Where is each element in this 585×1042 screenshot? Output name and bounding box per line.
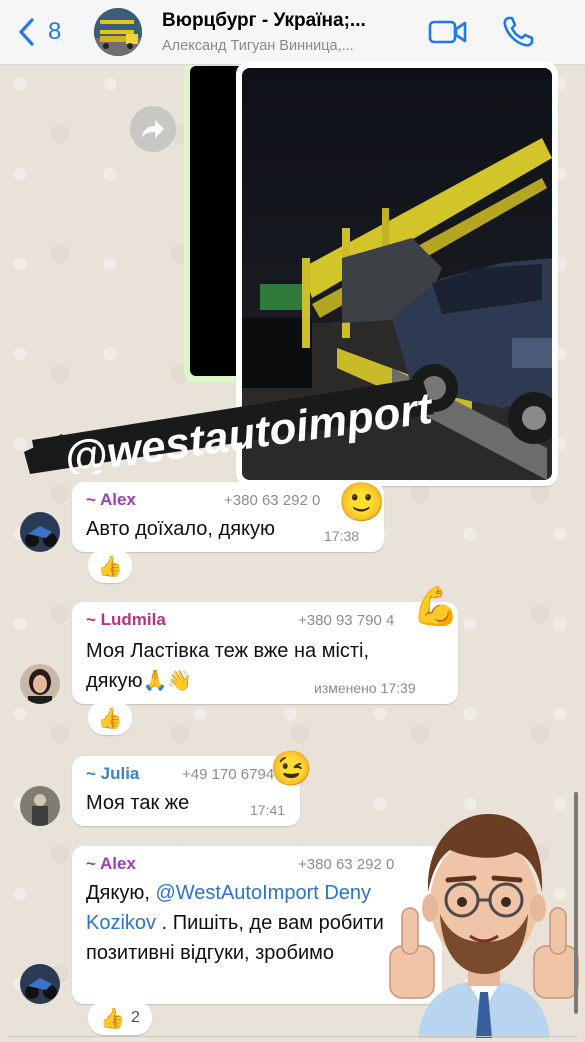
- flexed-bicep-emoji-icon: 💪: [412, 586, 460, 628]
- reaction-badge[interactable]: 👍: [88, 701, 132, 735]
- group-avatar[interactable]: [94, 8, 142, 56]
- message-text-line: дякую🙏👋: [86, 670, 193, 692]
- message-bubble[interactable]: ~ Ludmila +380 93 790 4 Моя Ластівка теж…: [72, 602, 458, 704]
- watermark-text: @westautoimport: [61, 384, 437, 474]
- avatar[interactable]: [20, 664, 60, 704]
- message-text: Моя так же: [86, 792, 190, 814]
- thumbs-up-icon: 👍: [100, 1007, 125, 1030]
- phone-call-icon[interactable]: [500, 14, 536, 50]
- wink-emoji-icon: 😉: [270, 750, 313, 788]
- avatar[interactable]: [20, 786, 60, 826]
- sender-phone: +380 63 292 0: [224, 492, 321, 509]
- chat-subtitle[interactable]: Александ Тигуан Винница,...: [162, 38, 354, 54]
- woman-avatar-icon: [20, 664, 60, 704]
- avatar[interactable]: [20, 512, 60, 552]
- reaction-badge[interactable]: 👍: [88, 549, 132, 583]
- message-text-prefix: Дякую,: [86, 882, 156, 904]
- message-text-suffix: . Пишіть, де вам робити: [156, 912, 384, 934]
- message-bubble[interactable]: ~ Julia +49 170 6794 Моя так же 17:41: [72, 756, 300, 826]
- chat-title[interactable]: Вюрцбург - Україна;...: [162, 10, 366, 32]
- message-time: 17:38: [324, 528, 360, 544]
- motorcycle-avatar-icon: [20, 512, 60, 552]
- message-text-line: позитивні відгуки, зробимо: [86, 942, 335, 964]
- sender-name[interactable]: ~ Ludmila: [86, 610, 166, 630]
- sender-name[interactable]: ~ Julia: [86, 764, 139, 784]
- scrollbar[interactable]: [574, 792, 578, 1014]
- message-time: 17:41: [250, 802, 286, 818]
- smile-emoji-icon: 🙂: [338, 482, 386, 524]
- message-time: изменено 17:39: [314, 680, 416, 696]
- message-bubble[interactable]: ~ Alex +380 63 292 0 Дякую, @WestAutoImp…: [72, 846, 442, 1004]
- unread-count: 8: [48, 18, 62, 45]
- video-call-icon[interactable]: [428, 17, 468, 47]
- sender-phone: +380 63 292 0: [298, 856, 395, 873]
- person-avatar-icon: [20, 786, 60, 826]
- motorcycle-avatar-icon: [20, 964, 60, 1004]
- mention-link[interactable]: @WestAutoImport Deny: [155, 882, 371, 904]
- message-text-line: Моя Ластівка теж вже на місті,: [86, 640, 370, 662]
- truck-icon: [94, 8, 142, 56]
- thumbs-up-icon: 👍: [97, 555, 123, 578]
- chevron-left-icon: [19, 18, 34, 46]
- sender-phone: +380 93 790 4: [298, 612, 395, 629]
- mention-link[interactable]: Kozikov: [86, 912, 156, 934]
- message-text-line: Дякую, @WestAutoImport Deny: [86, 878, 371, 908]
- sender-phone: +49 170 6794: [182, 766, 275, 783]
- reaction-count: 2: [131, 1009, 140, 1026]
- sender-name[interactable]: ~ Alex: [86, 854, 136, 874]
- reaction-badge[interactable]: 👍 2: [88, 1001, 152, 1035]
- chat-header: 8 Вюрцбург - Україна;... Александ Тигуан…: [0, 0, 585, 65]
- message-text-line: Kozikov . Пишіть, де вам робити: [86, 908, 384, 938]
- thumbs-up-icon: 👍: [97, 707, 123, 730]
- sender-name[interactable]: ~ Alex: [86, 490, 136, 510]
- memoji-thumbs-up-sticker: [389, 814, 579, 1038]
- avatar[interactable]: [20, 964, 60, 1004]
- westautoimport-watermark: @westautoimport: [24, 378, 437, 474]
- back-button[interactable]: 8: [16, 14, 61, 50]
- forward-button[interactable]: [130, 106, 176, 152]
- divider: [8, 1036, 578, 1037]
- forward-arrow-icon: [142, 120, 164, 138]
- message-text: Авто доїхало, дякую: [86, 518, 275, 540]
